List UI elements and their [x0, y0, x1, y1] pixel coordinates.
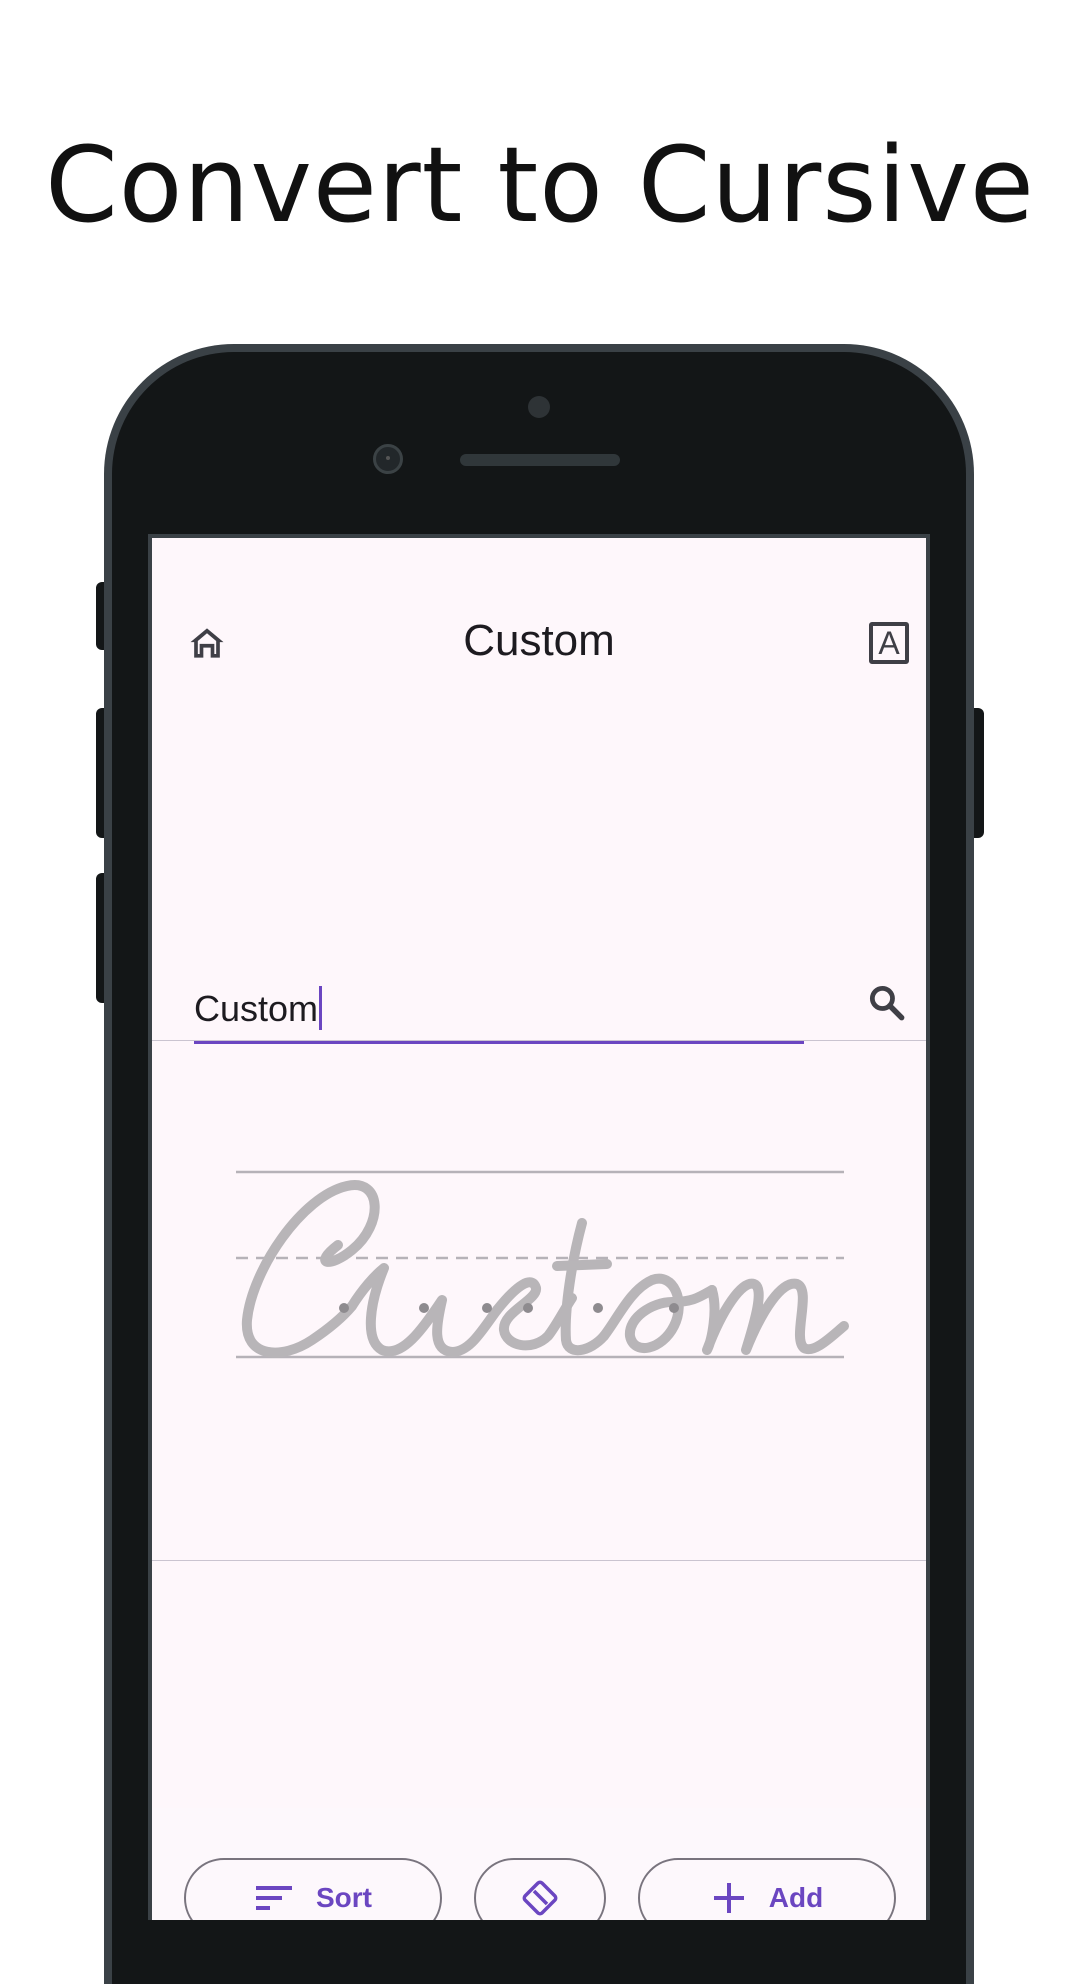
erase-button[interactable]: [474, 1858, 606, 1920]
text-input[interactable]: Custom: [194, 958, 804, 1044]
headline: Convert to Cursive: [45, 124, 1035, 246]
phone-power-button: [974, 708, 984, 838]
cursive-preview: [152, 1040, 926, 1560]
text-caret: [319, 986, 323, 1030]
bottom-action-bar: Sort Add: [152, 1808, 926, 1920]
divider-bottom: [152, 1560, 926, 1561]
text-input-value: Custom: [194, 988, 319, 1029]
cursive-guide: [236, 1170, 849, 1359]
page-title: Custom: [463, 616, 615, 665]
cursive-strokes: [241, 1180, 849, 1358]
font-style-button[interactable]: A: [864, 618, 914, 668]
app-screen: Custom A Custom Sort Add: [148, 534, 930, 1920]
add-button-label: Add: [768, 1882, 824, 1913]
search-button[interactable]: [862, 978, 912, 1028]
plus-icon: [713, 1883, 744, 1913]
sort-button-label: Sort: [316, 1882, 372, 1913]
font-icon: A: [869, 622, 909, 664]
search-icon: [869, 985, 905, 1021]
eraser-icon: [522, 1880, 558, 1916]
phone-speaker: [460, 454, 620, 466]
phone-sensor: [528, 396, 550, 418]
sort-button[interactable]: Sort: [184, 1858, 442, 1920]
phone-camera: [373, 444, 403, 474]
font-icon-letter: A: [878, 625, 900, 661]
add-button[interactable]: Add: [638, 1858, 896, 1920]
app-bar: Custom A: [152, 538, 926, 698]
sort-icon: [256, 1886, 292, 1910]
